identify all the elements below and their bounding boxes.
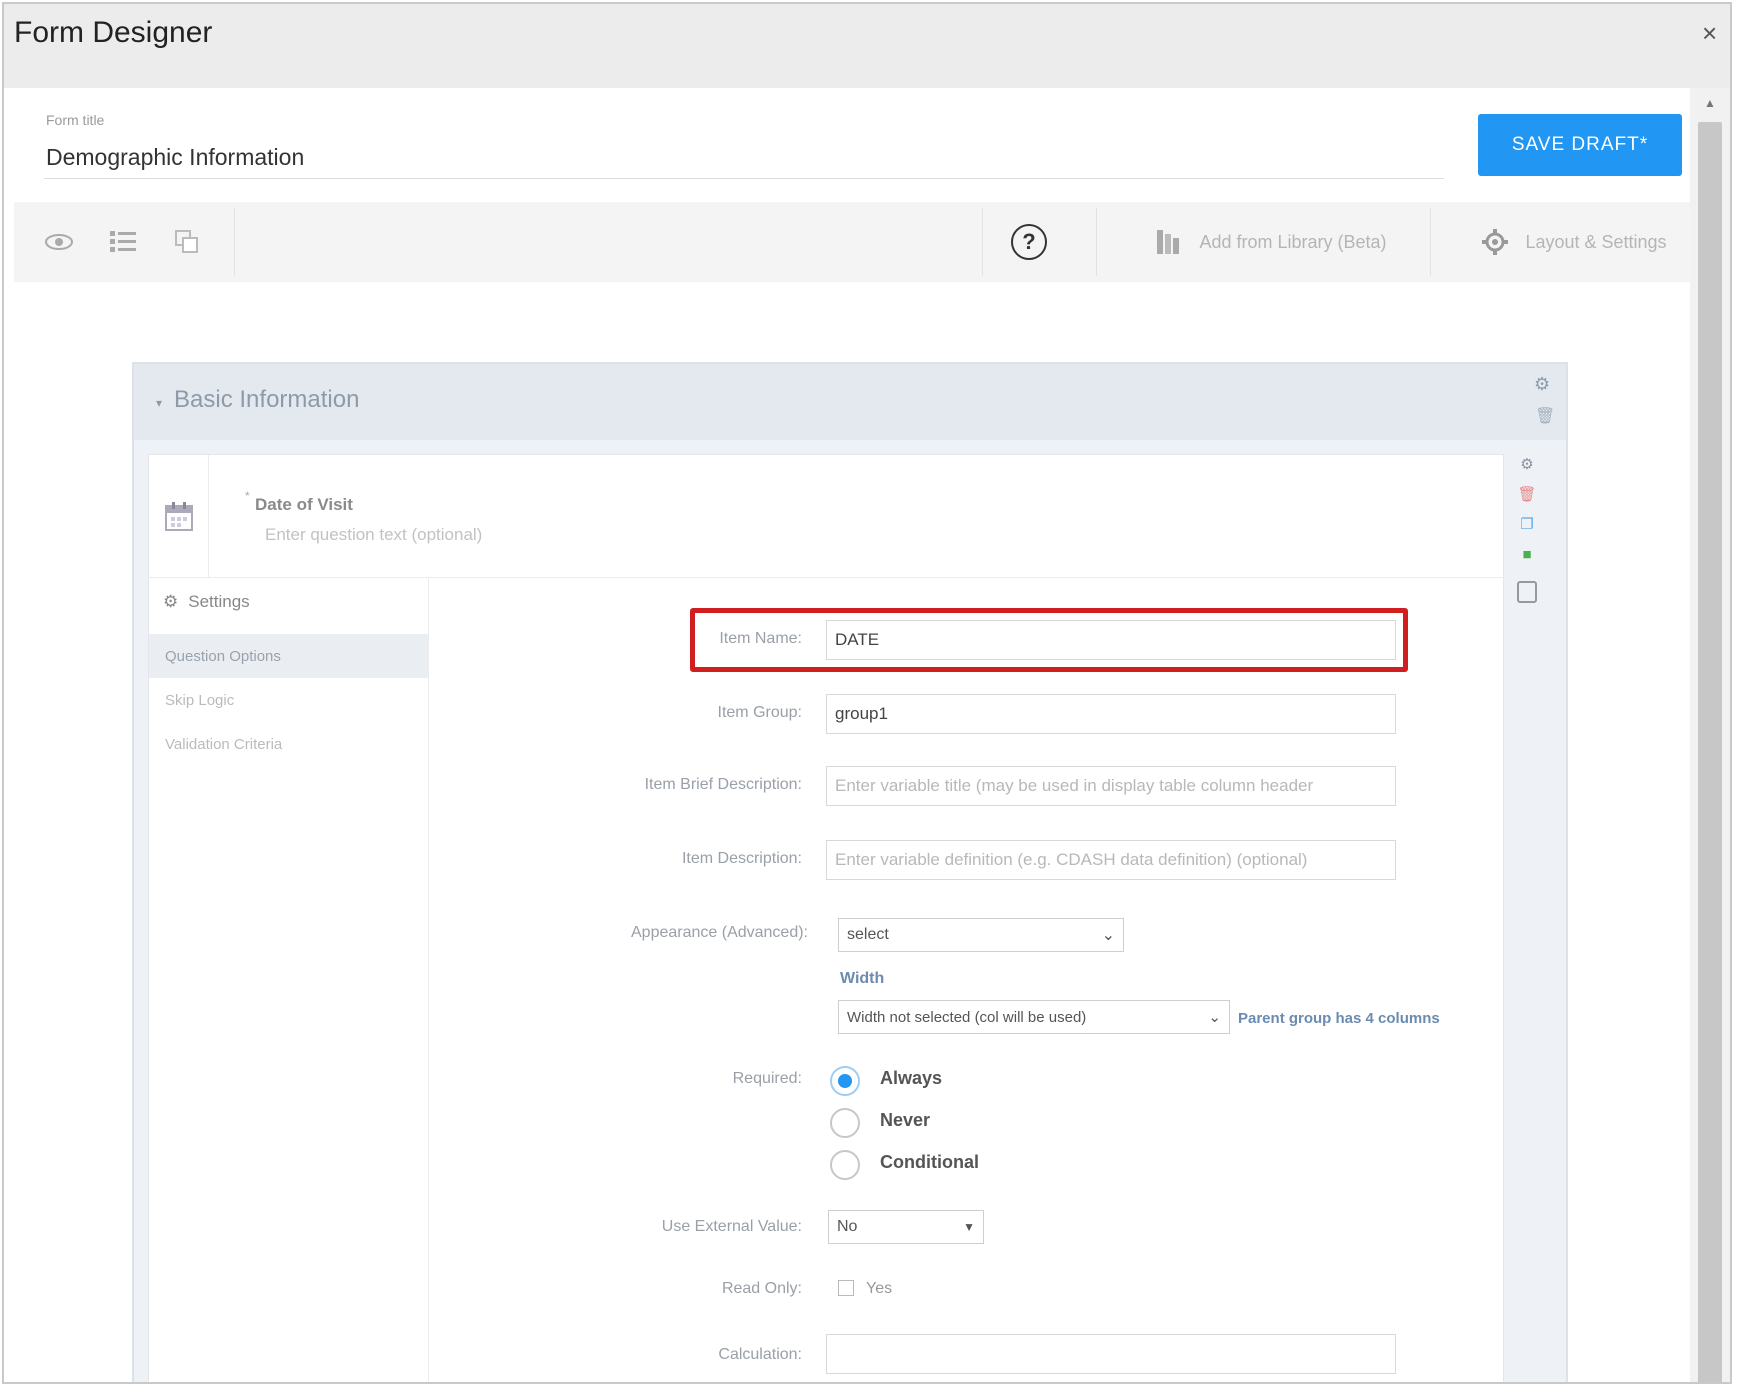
save-draft-button[interactable]: SAVE DRAFT*	[1478, 114, 1682, 176]
settings-gear-icon: ⚙	[163, 592, 179, 611]
close-icon[interactable]: ×	[1702, 18, 1717, 49]
help-icon[interactable]: ?	[1004, 202, 1054, 282]
item-description-input[interactable]: Enter variable definition (e.g. CDASH da…	[826, 840, 1396, 880]
appearance-label: Appearance (Advanced):	[631, 924, 808, 941]
item-name-label: Item Name:	[719, 630, 802, 647]
delete-icon[interactable]: 🗑	[1512, 480, 1542, 508]
settings-header-label: Settings	[188, 592, 250, 611]
required-asterisk: *	[245, 489, 250, 503]
form-title-underline	[44, 178, 1444, 179]
section-header[interactable]: ▾ Basic Information ⚙ 🗑	[134, 364, 1566, 440]
nav-item-question-options[interactable]: Question Options	[149, 634, 428, 678]
nav-item-validation-criteria[interactable]: Validation Criteria	[149, 722, 428, 766]
calculation-input[interactable]	[826, 1334, 1396, 1374]
question-settings-icon[interactable]: ⚙	[1512, 450, 1542, 478]
layout-settings-button[interactable]: Layout & Settings	[1454, 202, 1694, 282]
appearance-select-value: select	[847, 926, 889, 943]
item-name-input[interactable]: DATE	[826, 620, 1396, 660]
parent-group-note: Parent group has 4 columns	[1238, 1010, 1440, 1027]
required-conditional-label: Conditional	[880, 1152, 979, 1172]
required-always-radio[interactable]	[830, 1066, 860, 1096]
item-group-label: Item Group:	[717, 704, 802, 721]
item-group-input[interactable]: group1	[826, 694, 1396, 734]
required-never-radio[interactable]	[830, 1108, 860, 1138]
item-brief-description-input[interactable]: Enter variable title (may be used in dis…	[826, 766, 1396, 806]
title-bar: Form Designer ×	[4, 4, 1730, 88]
question-label[interactable]: Date of Visit	[255, 495, 353, 515]
copy-question-icon[interactable]: ❐	[1512, 510, 1542, 538]
calculation-label: Calculation:	[718, 1346, 802, 1363]
scroll-up-arrow-icon[interactable]: ▲	[1704, 96, 1716, 110]
required-never-label: Never	[880, 1110, 931, 1130]
form-designer-window: Form Designer × Form title Demographic I…	[2, 2, 1732, 1384]
library-icon	[1157, 230, 1180, 254]
collapse-caret-icon[interactable]: ▾	[156, 396, 162, 410]
settings-header: ⚙ Settings	[163, 592, 250, 612]
scrollbar-thumb[interactable]	[1698, 122, 1722, 1382]
appearance-select[interactable]: select ⌄	[838, 918, 1124, 952]
section-delete-icon[interactable]: 🗑	[1535, 406, 1555, 426]
section-title: ▾ Basic Information	[156, 386, 359, 414]
use-external-value-label: Use External Value:	[661, 1218, 802, 1235]
add-from-library-button[interactable]: Add from Library (Beta)	[1126, 202, 1416, 282]
toolbar-divider	[234, 208, 235, 276]
nav-item-skip-logic[interactable]: Skip Logic	[149, 678, 428, 722]
section-title-text: Basic Information	[174, 386, 360, 413]
use-external-value-select[interactable]: No ▼	[828, 1210, 984, 1244]
use-external-value-select-value: No	[837, 1218, 858, 1235]
form-title-input[interactable]: Demographic Information	[46, 144, 304, 171]
caret-down-icon: ▼	[963, 1220, 975, 1234]
item-brief-description-label: Item Brief Description:	[644, 776, 802, 793]
toolbar: ? Add from Library (Beta) Layout & Setti…	[14, 202, 1694, 282]
required-label: Required:	[732, 1070, 802, 1087]
toolbar-divider	[1430, 208, 1431, 276]
required-always-label: Always	[880, 1068, 943, 1088]
chevron-down-icon: ⌄	[1208, 1009, 1221, 1026]
required-conditional-radio[interactable]	[830, 1150, 860, 1180]
window-title: Form Designer	[14, 16, 213, 49]
gear-icon	[1482, 229, 1509, 255]
list-icon[interactable]	[98, 202, 148, 282]
eye-icon[interactable]	[34, 202, 84, 282]
toolbar-divider	[982, 208, 983, 276]
question-type-cell	[149, 455, 209, 577]
read-only-checkbox[interactable]	[838, 1280, 854, 1296]
help-circle: ?	[1011, 224, 1047, 260]
question-card: * Date of Visit Enter question text (opt…	[148, 454, 1505, 1382]
settings-nav: ⚙ Settings Question Options Skip Logic Va…	[149, 578, 429, 1382]
toolbar-divider	[1096, 208, 1097, 276]
width-select-value: Width not selected (col will be used)	[847, 1008, 1087, 1026]
add-from-library-label: Add from Library (Beta)	[1199, 231, 1387, 252]
read-only-yes-label: Yes	[866, 1280, 893, 1297]
copy-icon[interactable]	[162, 202, 212, 282]
question-text-placeholder[interactable]: Enter question text (optional)	[265, 525, 482, 545]
width-select[interactable]: Width not selected (col will be used) ⌄	[838, 1000, 1230, 1034]
chevron-down-icon: ⌄	[1101, 927, 1115, 944]
item-description-label: Item Description:	[681, 850, 802, 867]
expand-icon[interactable]	[1512, 578, 1542, 606]
read-only-label: Read Only:	[721, 1280, 802, 1297]
width-label: Width	[840, 970, 885, 987]
calendar-icon	[164, 502, 193, 531]
form-title-label: Form title	[46, 112, 105, 128]
layout-settings-label: Layout & Settings	[1525, 231, 1667, 252]
section-settings-icon[interactable]: ⚙	[1534, 374, 1550, 395]
library-save-icon[interactable]: ■	[1512, 540, 1542, 568]
